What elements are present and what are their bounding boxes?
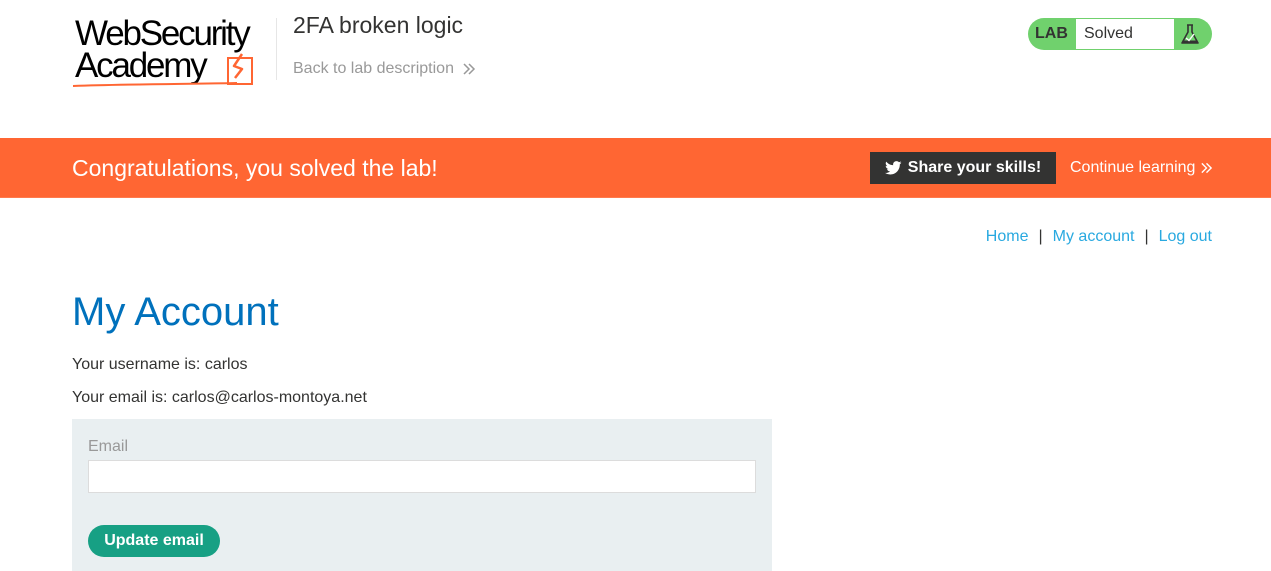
congratulations-banner: Congratulations, you solved the lab! Sha… xyxy=(0,138,1271,198)
twitter-icon xyxy=(884,161,902,175)
page-title: My Account xyxy=(72,290,279,334)
continue-learning-link[interactable]: Continue learning xyxy=(1070,138,1213,198)
double-chevron-right-icon xyxy=(463,63,476,75)
logo-mark-icon xyxy=(72,53,253,87)
header-divider xyxy=(276,18,277,80)
flask-icon xyxy=(1181,24,1199,44)
change-email-form: Email Update email xyxy=(72,419,772,571)
update-email-button[interactable]: Update email xyxy=(88,525,220,557)
lab-status-text: Solved xyxy=(1076,19,1174,49)
lab-title: 2FA broken logic xyxy=(293,12,464,38)
share-button-label: Share your skills! xyxy=(907,159,1042,176)
share-your-skills-button[interactable]: Share your skills! xyxy=(870,152,1056,184)
email-info: Your email is: carlos@carlos-montoya.net xyxy=(72,389,367,406)
nav-my-account-link[interactable]: My account xyxy=(1053,228,1135,246)
lab-status-widget: LAB Solved xyxy=(1028,18,1212,50)
email-label: Email xyxy=(88,438,129,455)
back-to-lab-description-link[interactable]: Back to lab description xyxy=(293,60,476,78)
top-navigation: Home | My account | Log out xyxy=(986,228,1212,246)
double-chevron-right-icon xyxy=(1201,162,1213,174)
nav-separator: | xyxy=(1144,228,1149,245)
banner-message: Congratulations, you solved the lab! xyxy=(72,155,438,181)
back-link-label: Back to lab description xyxy=(293,60,454,77)
nav-separator: | xyxy=(1038,228,1043,245)
web-security-academy-logo[interactable]: WebSecurity Academy xyxy=(72,14,277,90)
continue-learning-label: Continue learning xyxy=(1070,159,1196,176)
nav-home-link[interactable]: Home xyxy=(986,228,1029,246)
header: WebSecurity Academy 2FA broken logic Bac… xyxy=(0,0,1271,138)
username-info: Your username is: carlos xyxy=(72,356,248,373)
lab-status-tag: LAB xyxy=(1035,25,1068,42)
nav-logout-link[interactable]: Log out xyxy=(1159,228,1212,246)
email-input[interactable] xyxy=(88,460,756,493)
